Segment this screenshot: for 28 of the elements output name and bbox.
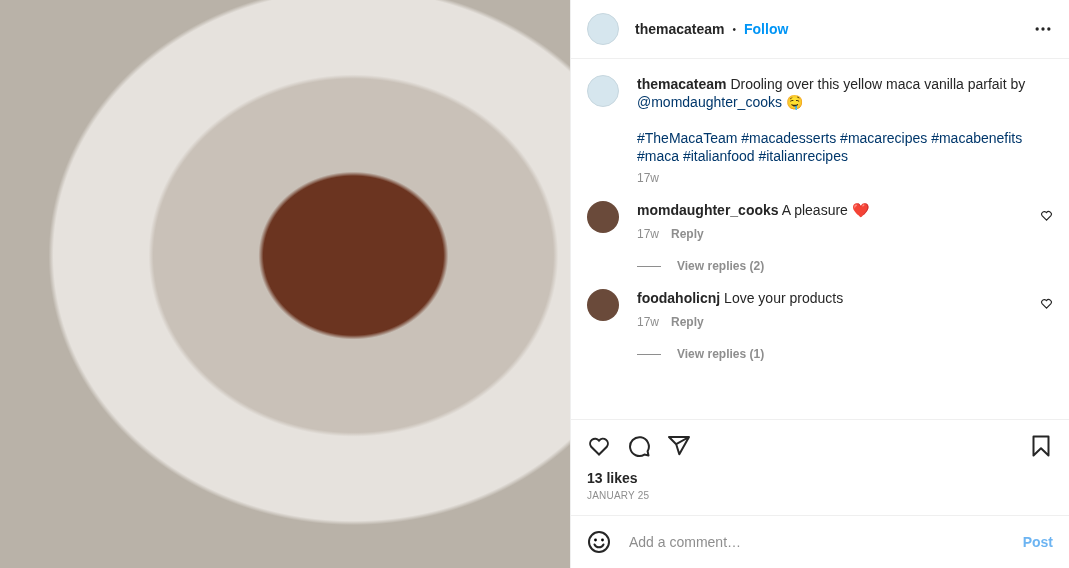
heart-icon[interactable] <box>1040 297 1053 310</box>
hashtag-link[interactable]: #maca <box>637 148 680 164</box>
avatar[interactable] <box>587 289 619 321</box>
avatar[interactable] <box>587 201 619 233</box>
separator-dot: • <box>732 23 736 35</box>
comment-icon[interactable] <box>627 434 651 458</box>
mention-link[interactable]: @momdaughter_cooks <box>637 94 782 110</box>
hashtag-link[interactable]: #TheMacaTeam <box>637 130 738 146</box>
emoji-icon[interactable] <box>587 530 611 554</box>
comment-text: foodaholicnj Love your products <box>637 289 845 307</box>
hashtag-link[interactable]: #macadesserts <box>741 130 837 146</box>
username-link[interactable]: foodaholicnj <box>637 290 721 306</box>
post-date: JANUARY 25 <box>587 490 651 501</box>
likes-count[interactable]: 13 likes <box>587 470 1053 486</box>
hashtag-link[interactable]: #italianrecipes <box>758 148 848 164</box>
hashtag-link[interactable]: #italianfood <box>682 148 755 164</box>
username-link[interactable]: themacateam <box>637 76 727 92</box>
hashtag-link[interactable]: #macarecipes <box>840 130 928 146</box>
caption-text: themacateam Drooling over this yellow maca vanilla parfait by @momdaughter_cooks 🤤 <box>637 75 1027 111</box>
send-icon[interactable] <box>667 434 691 458</box>
username-link[interactable]: themacateam <box>635 21 725 37</box>
comment-text: momdaughter_cooks A pleasure ❤ <box>637 201 870 219</box>
timestamp: 17w <box>637 171 660 185</box>
timestamp: 17w <box>637 315 659 329</box>
hashtag-link[interactable]: #macabenefits <box>931 130 1023 146</box>
username-link[interactable]: momdaughter_cooks <box>637 202 779 218</box>
heart-icon[interactable] <box>1040 209 1053 222</box>
timestamp: 17w <box>637 227 659 241</box>
